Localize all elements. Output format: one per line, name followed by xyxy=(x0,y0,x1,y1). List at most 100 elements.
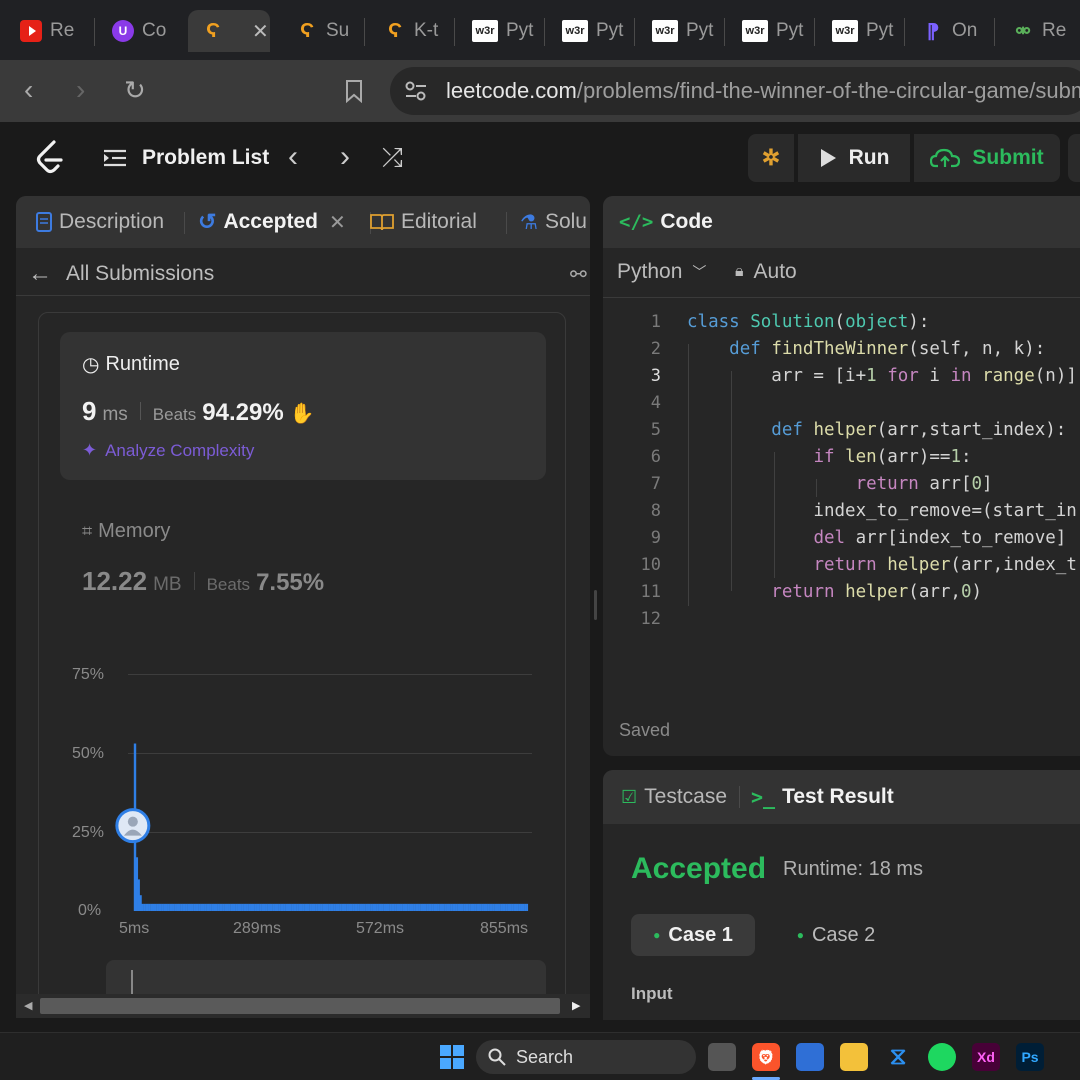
x-tick-label: 855ms xyxy=(480,920,529,937)
chart-bar xyxy=(378,903,381,911)
tab-divider xyxy=(634,18,635,46)
browser-tab-label: Pyt xyxy=(866,20,894,41)
chart-bar xyxy=(355,903,358,911)
range-handle[interactable] xyxy=(131,970,133,994)
tab-code[interactable]: </> Code xyxy=(619,196,713,248)
chart-bar xyxy=(441,903,444,911)
horizontal-scrollbar[interactable]: ◀ ▶ xyxy=(16,994,590,1018)
chart-bar xyxy=(524,903,527,911)
chart-bar xyxy=(346,903,349,911)
file-explorer-icon[interactable] xyxy=(840,1043,868,1071)
x-tick-label: 289ms xyxy=(233,920,282,937)
chart-plot[interactable] xyxy=(0,0,590,1000)
chart-bar xyxy=(311,903,314,911)
language-select[interactable]: Python ﹀ xyxy=(617,260,706,284)
case-1-tab[interactable]: ● Case 1 xyxy=(631,914,755,956)
spotify-icon[interactable] xyxy=(928,1043,956,1071)
terminal-icon: >_ xyxy=(751,785,776,809)
chart-bar xyxy=(474,903,477,911)
browser-tab[interactable]: w3r Pyt xyxy=(818,10,902,52)
chart-bar xyxy=(189,903,192,911)
task-view-icon[interactable] xyxy=(708,1043,736,1071)
browser-tab[interactable]: w3r Pyt xyxy=(728,10,812,52)
chart-bar xyxy=(304,903,307,911)
chart-bar xyxy=(404,903,407,911)
chart-bar xyxy=(198,903,201,911)
scroll-left-icon[interactable]: ◀ xyxy=(24,999,32,1012)
chart-bar xyxy=(398,903,401,911)
chart-bar xyxy=(335,903,338,911)
chart-bar xyxy=(435,903,438,911)
chart-bar xyxy=(520,903,523,911)
chart-bar xyxy=(283,903,286,911)
chart-bar xyxy=(252,903,255,911)
auto-mode-toggle[interactable]: 🔒︎ Auto xyxy=(735,260,797,284)
chart-bar xyxy=(222,903,225,911)
chart-bar xyxy=(442,903,445,911)
debug-button[interactable]: ✲ xyxy=(748,134,794,182)
browser-tab[interactable]: ⚮ Re xyxy=(998,10,1080,52)
browser-tab-label: Pyt xyxy=(596,20,624,41)
photoshop-icon[interactable]: Ps xyxy=(1016,1043,1044,1071)
chart-bar xyxy=(193,903,196,911)
case-2-tab[interactable]: ● Case 2 xyxy=(781,914,891,956)
line-number: 12 xyxy=(640,609,661,629)
chart-bar xyxy=(476,903,479,911)
chart-bar xyxy=(296,903,299,911)
chart-bar xyxy=(415,903,418,911)
browser-tab[interactable]: w3r Pyt xyxy=(638,10,722,52)
chart-bar xyxy=(145,903,148,911)
scrollbar-thumb[interactable] xyxy=(40,998,560,1014)
chart-bar xyxy=(305,903,308,911)
chart-bar xyxy=(431,903,434,911)
run-button[interactable]: Run xyxy=(798,134,910,182)
header-extra-button[interactable] xyxy=(1068,134,1080,182)
chart-bar xyxy=(209,903,212,911)
taskbar-search[interactable]: Search xyxy=(476,1040,696,1074)
browser-tab-label: Re xyxy=(1042,20,1067,41)
chart-bar xyxy=(526,903,529,911)
chart-bar xyxy=(459,903,462,911)
test-result-panel: ☑ Testcase >_ Test Result Accepted Runti… xyxy=(603,770,1080,1020)
tab-test-result[interactable]: >_ Test Result xyxy=(751,770,894,824)
chart-bar xyxy=(383,903,386,911)
vscode-icon[interactable]: ⧖ xyxy=(884,1043,912,1071)
chart-bar xyxy=(507,903,510,911)
tab-divider xyxy=(739,786,740,808)
chart-bar xyxy=(402,903,405,911)
chart-bar xyxy=(207,903,210,911)
chart-bar xyxy=(381,903,384,911)
browser-tab[interactable]: ⁋ On xyxy=(908,10,992,52)
chart-bar xyxy=(465,903,468,911)
adobe-xd-icon[interactable]: Xd xyxy=(972,1043,1000,1071)
panel-resize-handle[interactable] xyxy=(594,590,597,620)
range-selector[interactable] xyxy=(106,960,546,994)
pass-dot-icon: ● xyxy=(653,928,661,942)
chart-bar xyxy=(413,903,416,911)
submit-button[interactable]: Submit xyxy=(914,134,1060,182)
chart-bar xyxy=(183,903,186,911)
chart-bar xyxy=(150,903,153,911)
chart-bar xyxy=(309,903,312,911)
tab-divider xyxy=(724,18,725,46)
scroll-right-icon[interactable]: ▶ xyxy=(572,999,580,1012)
chart-bar xyxy=(424,903,427,911)
submit-label: Submit xyxy=(972,146,1044,169)
tab-testcase[interactable]: ☑ Testcase xyxy=(621,770,727,824)
chart-bar xyxy=(322,903,325,911)
chart-bar xyxy=(509,903,512,911)
windows-start-icon[interactable] xyxy=(440,1045,464,1069)
line-number: 4 xyxy=(650,393,661,413)
chart-bar xyxy=(468,903,471,911)
chart-bar xyxy=(392,903,395,911)
chart-bar xyxy=(261,903,264,911)
chart-bar xyxy=(470,903,473,911)
auto-mode-label: Auto xyxy=(753,260,797,283)
chart-bar xyxy=(213,903,216,911)
chart-bar xyxy=(307,903,310,911)
chart-bar xyxy=(256,903,259,911)
store-icon[interactable] xyxy=(796,1043,824,1071)
brave-browser-icon[interactable]: 🦁︎ xyxy=(752,1043,780,1071)
bug-icon: ✲ xyxy=(761,145,781,170)
chart-bar xyxy=(411,903,414,911)
